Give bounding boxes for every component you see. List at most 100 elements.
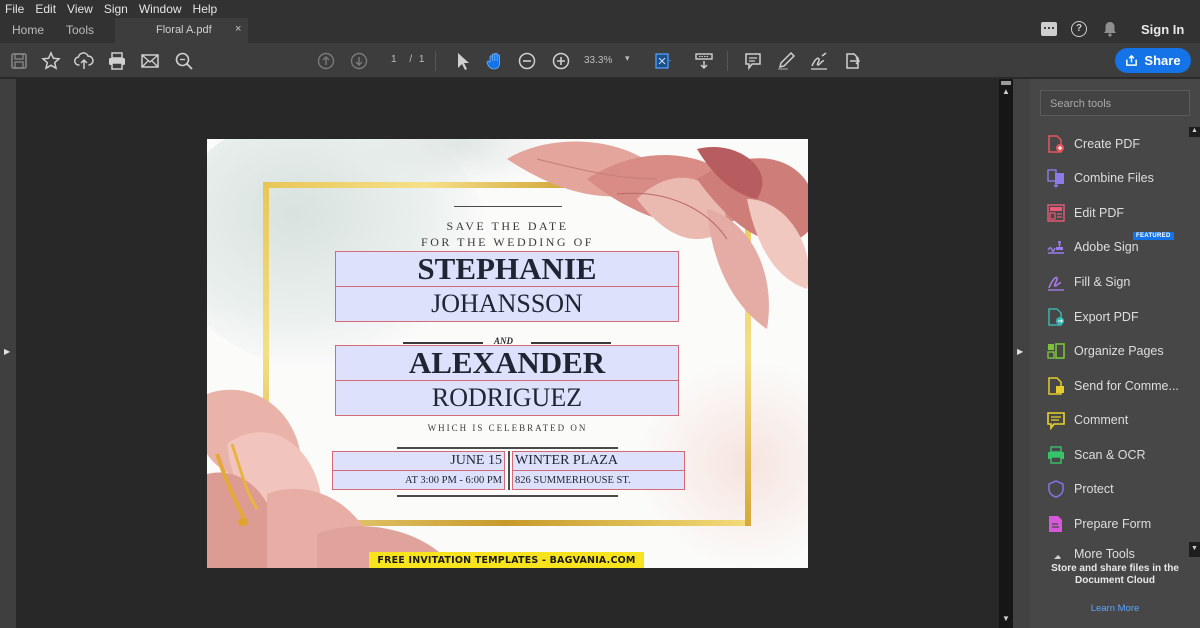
menu-sign[interactable]: Sign (99, 2, 134, 16)
groom-last-name: RODRIGUEZ (431, 383, 583, 412)
fill-sign-icon[interactable] (809, 51, 829, 71)
share-button[interactable]: Share (1115, 48, 1191, 73)
menu-edit[interactable]: Edit (30, 2, 62, 16)
tool-prepare-form[interactable]: Prepare Form (1046, 513, 1151, 535)
tool-fill-sign[interactable]: Fill & Sign (1046, 271, 1130, 293)
vertical-scrollbar[interactable]: ▲ ▼ (999, 79, 1013, 628)
tool-label: Create PDF (1074, 137, 1140, 151)
groom-first-name-field[interactable]: ALEXANDER (335, 345, 679, 381)
search-tools-input[interactable]: Search tools (1040, 90, 1190, 116)
bride-last-name: JOHANSSON (431, 289, 583, 318)
more-tools-icon (1054, 555, 1061, 559)
tool-adobe-sign[interactable]: Adobe Sign (1046, 236, 1139, 258)
sign-in-link[interactable]: Sign In (1141, 22, 1184, 37)
details-divider (508, 451, 510, 490)
hand-tool-icon[interactable] (485, 51, 505, 71)
tool-create-pdf[interactable]: Create PDF (1046, 133, 1140, 155)
panel-scroll-down-icon[interactable]: ▼ (1191, 545, 1198, 552)
bride-first-name-field[interactable]: STEPHANIE (335, 251, 679, 287)
rule-right (531, 342, 611, 344)
tool-protect[interactable]: Protect (1046, 478, 1114, 500)
help-icon[interactable]: ? (1071, 21, 1087, 37)
date-field[interactable]: JUNE 15 (332, 451, 505, 471)
fit-page-icon[interactable] (653, 51, 673, 71)
tool-export-pdf[interactable]: Export PDF (1046, 306, 1139, 328)
tool-label: Comment (1074, 413, 1129, 427)
right-panel-toggle-strip: ▶ (1013, 79, 1030, 628)
scroll-up-icon[interactable]: ▲ (1002, 87, 1010, 96)
menu-file[interactable]: File (0, 2, 30, 16)
menu-window[interactable]: Window (134, 2, 188, 16)
time-field[interactable]: AT 3:00 PM - 6:00 PM (332, 470, 505, 490)
tab-document-label: Floral A.pdf (156, 24, 212, 36)
tool-label: Protect (1074, 482, 1114, 496)
celebrated-text: WHICH IS CELEBRATED ON (427, 423, 588, 433)
main-toolbar: 1 / 1 33.3% ▾ (0, 43, 1200, 78)
tool-combine-files[interactable]: Combine Files (1046, 167, 1154, 189)
menu-bar: File Edit View Sign Window Help (0, 0, 1200, 18)
chat-icon[interactable] (1041, 22, 1057, 36)
tool-edit-pdf[interactable]: Edit PDF (1046, 202, 1124, 224)
tool-label: Scan & OCR (1074, 448, 1146, 462)
close-tab-icon[interactable]: × (235, 23, 241, 35)
tool-more-tools[interactable]: More Tools (1046, 547, 1135, 559)
print-icon[interactable] (107, 51, 127, 71)
select-cursor-icon[interactable] (452, 51, 472, 71)
event-time: AT 3:00 PM - 6:00 PM (405, 474, 502, 486)
groom-last-name-field[interactable]: RODRIGUEZ (335, 380, 679, 416)
menu-view[interactable]: View (62, 2, 99, 16)
zoom-dropdown-icon[interactable]: ▾ (625, 53, 630, 64)
zoom-level[interactable]: 33.3% (584, 55, 612, 66)
bell-icon[interactable] (1103, 21, 1117, 37)
tool-label: Send for Comme... (1074, 379, 1179, 393)
learn-more-link[interactable]: Learn More (1030, 603, 1200, 614)
expand-left-panel-icon[interactable]: ▶ (4, 347, 10, 356)
groom-first-name: ALEXANDER (408, 345, 606, 380)
tab-tools[interactable]: Tools (66, 23, 94, 37)
tool-scan-ocr[interactable]: Scan & OCR (1046, 444, 1146, 466)
tool-organize-pages[interactable]: Organize Pages (1046, 340, 1164, 362)
pdf-page: SAVE THE DATE FOR THE WEDDING OF STEPHAN… (207, 139, 808, 568)
top-rule (454, 206, 562, 207)
highlight-pen-icon[interactable] (776, 51, 796, 71)
tools-panel-scrollbar[interactable]: ▲ ▼ (1189, 127, 1200, 557)
tool-label: Adobe Sign (1074, 240, 1139, 254)
scroll-down-icon[interactable]: ▼ (1002, 614, 1010, 623)
tool-comment[interactable]: Comment (1046, 409, 1128, 431)
save-icon[interactable] (9, 51, 29, 71)
create-pdf-icon (1048, 135, 1064, 153)
previous-page-icon[interactable] (316, 51, 336, 71)
email-icon[interactable] (140, 51, 160, 71)
collapse-right-panel-icon[interactable]: ▶ (1017, 347, 1023, 356)
search-icon[interactable] (174, 51, 194, 71)
panel-scroll-thumb[interactable] (1189, 137, 1200, 542)
organize-pages-icon (1047, 343, 1065, 359)
panel-scroll-up-icon[interactable]: ▲ (1191, 127, 1198, 134)
zoom-in-icon[interactable] (551, 51, 571, 71)
comment-tool-icon (1047, 412, 1065, 430)
fill-sign-icon (1048, 276, 1064, 291)
tools-panel: Search tools Create PDF Combine Files Ed… (1030, 79, 1200, 628)
scroll-mode-icon[interactable] (694, 51, 714, 71)
bride-last-name-field[interactable]: JOHANSSON (335, 286, 679, 322)
tab-document[interactable]: Floral A.pdf × (115, 18, 248, 43)
star-icon[interactable] (41, 51, 61, 71)
wedding-of-heading: FOR THE WEDDING OF (421, 235, 594, 249)
address-field[interactable]: 826 SUMMERHOUSE ST. (512, 470, 685, 490)
bride-first-name: STEPHANIE (417, 251, 597, 286)
watermark-text: FREE INVITATION TEMPLATES - BAGVANIA.COM (377, 554, 636, 566)
next-page-icon[interactable] (349, 51, 369, 71)
search-tools-placeholder: Search tools (1050, 98, 1112, 110)
comment-icon[interactable] (743, 51, 763, 71)
send-file-icon[interactable] (842, 51, 862, 71)
upload-cloud-icon[interactable] (74, 51, 94, 71)
tab-home[interactable]: Home (12, 23, 44, 37)
tool-send-for-comments[interactable]: Send for Comme... (1046, 375, 1179, 397)
venue-field[interactable]: WINTER PLAZA (512, 451, 685, 471)
zoom-out-icon[interactable] (517, 51, 537, 71)
scroll-thumb[interactable] (1001, 81, 1011, 85)
page-number-input[interactable]: 1 (391, 54, 399, 65)
menu-help[interactable]: Help (188, 2, 224, 16)
tool-label: Export PDF (1074, 310, 1139, 324)
rule-left (403, 342, 483, 344)
